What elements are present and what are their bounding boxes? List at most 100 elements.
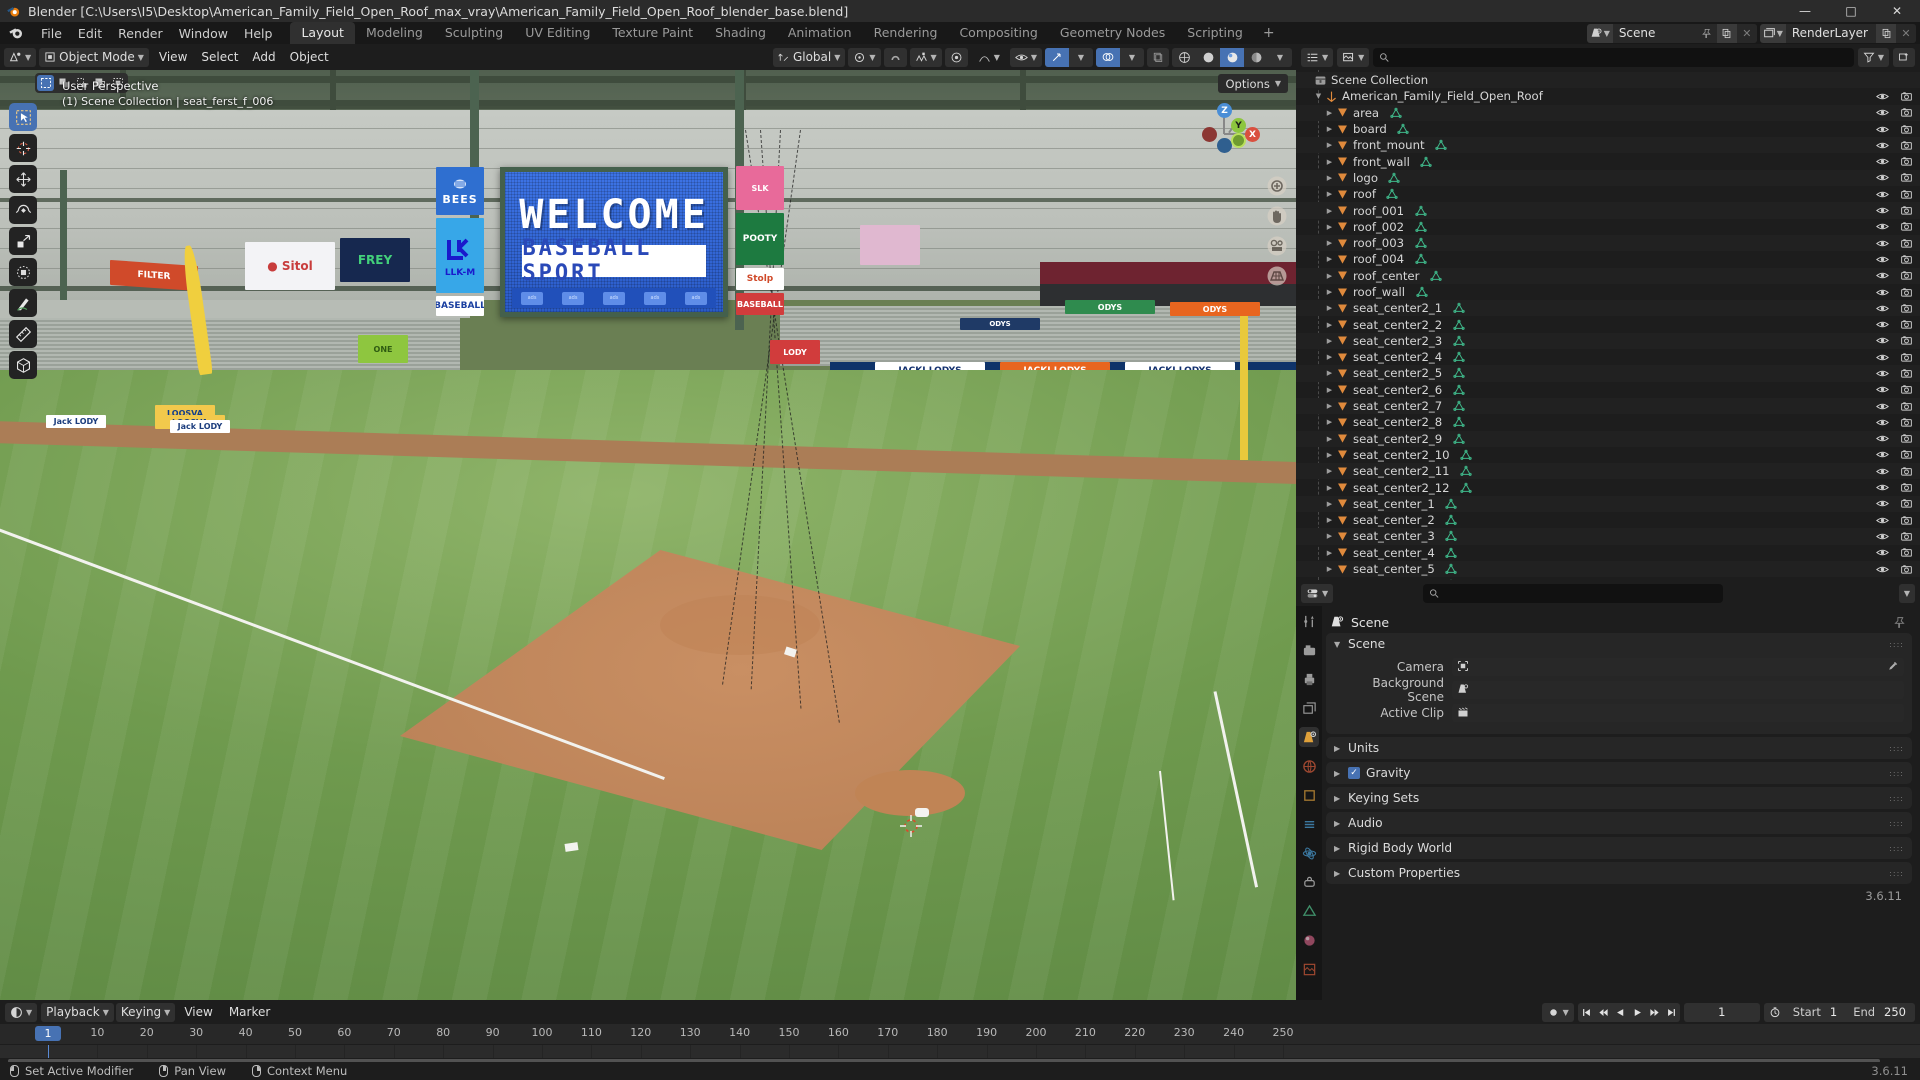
select-extend-icon[interactable] xyxy=(55,75,72,91)
mesh-data-icon[interactable] xyxy=(1396,123,1411,135)
disable-in-render-icon[interactable] xyxy=(1900,171,1913,184)
hide-in-viewport-icon[interactable] xyxy=(1876,579,1889,580)
scene-name[interactable]: Scene xyxy=(1613,26,1697,40)
outliner-scene-collection[interactable]: Scene Collection xyxy=(1296,72,1920,89)
view-layer-name[interactable]: RenderLayer xyxy=(1786,26,1876,40)
playhead-frame-label[interactable]: 1 xyxy=(35,1026,61,1041)
overlays-group[interactable]: ▼ xyxy=(1096,47,1144,67)
disclosure-triangle-icon[interactable]: ▶ xyxy=(1324,337,1335,345)
timeline-menu-view[interactable]: View xyxy=(177,1003,219,1022)
workspace-tab-sculpting[interactable]: Sculpting xyxy=(434,22,514,44)
disable-in-render-icon[interactable] xyxy=(1900,90,1913,103)
timeline-ruler[interactable]: 10 20 30 40 50 60 70 80 90 100 110 120 130 140 150 160 1… xyxy=(0,1024,1920,1044)
workspace-tab-geometry-nodes[interactable]: Geometry Nodes xyxy=(1049,22,1176,44)
mesh-data-icon[interactable] xyxy=(1451,367,1466,379)
main-menu-bar[interactable]: File Edit Render Window Help xyxy=(33,24,280,43)
play-reverse-button[interactable] xyxy=(1612,1003,1629,1022)
snap-magnet-toggle[interactable] xyxy=(883,47,907,67)
select-box-icon[interactable] xyxy=(37,75,54,91)
transform-tool[interactable] xyxy=(9,258,37,286)
outliner-object-roof_004[interactable]: ▶ roof_004 xyxy=(1296,251,1920,267)
prop-value-field[interactable] xyxy=(1452,681,1904,699)
tab-tool[interactable] xyxy=(1299,611,1319,631)
panel-header-gravity[interactable]: ▶ ✓ Gravity:::: xyxy=(1326,762,1912,784)
scene-icon[interactable]: ▼ xyxy=(1586,23,1613,43)
disable-in-render-icon[interactable] xyxy=(1900,416,1913,429)
remove-view-layer-button[interactable]: ✕ xyxy=(1896,23,1916,43)
menu-help[interactable]: Help xyxy=(236,24,281,43)
mesh-data-icon[interactable] xyxy=(1459,465,1474,477)
outliner-search[interactable] xyxy=(1373,47,1854,67)
disclosure-triangle-icon[interactable]: ▶ xyxy=(1324,386,1335,394)
disable-in-render-icon[interactable] xyxy=(1900,563,1913,576)
hide-in-viewport-icon[interactable] xyxy=(1876,123,1889,136)
object-mode-selector[interactable]: Object Mode ▼ xyxy=(39,47,149,67)
select-intersect-icon[interactable] xyxy=(109,75,126,91)
workspace-tab-compositing[interactable]: Compositing xyxy=(948,22,1048,44)
outliner-object-seat_center2_1[interactable]: ▶ seat_center2_1 xyxy=(1296,300,1920,317)
disclosure-triangle-icon[interactable]: ▶ xyxy=(1324,239,1335,247)
3d-viewport[interactable]: JACKI LODYS JACKI LODYS JACKI LODYS BASE… xyxy=(0,70,1296,1000)
tab-object[interactable] xyxy=(1299,785,1319,805)
outliner-object-roof_wall[interactable]: ▶ roof_wall xyxy=(1296,284,1920,300)
pin-icon[interactable] xyxy=(1893,616,1906,629)
proportional-editing-toggle[interactable] xyxy=(944,47,968,67)
editor-type-selector[interactable]: ▼ xyxy=(4,47,37,67)
play-button[interactable] xyxy=(1629,1003,1646,1022)
viewport-toolbar[interactable] xyxy=(9,103,37,379)
mesh-data-icon[interactable] xyxy=(1419,156,1434,168)
tab-world[interactable] xyxy=(1299,756,1319,776)
panel-header-scene[interactable]: ▼ Scene:::: xyxy=(1326,633,1912,655)
mesh-data-icon[interactable] xyxy=(1413,221,1428,233)
disclosure-triangle-icon[interactable]: ▶ xyxy=(1324,467,1335,475)
disable-in-render-icon[interactable] xyxy=(1900,318,1913,331)
panel-disclosure-icon[interactable]: ▶ xyxy=(1334,769,1342,778)
viewport-menu-bar[interactable]: View Select Add Object xyxy=(152,48,336,67)
outliner-object-seat_center2_12[interactable]: ▶ seat_center2_12 xyxy=(1296,479,1920,495)
disable-in-render-icon[interactable] xyxy=(1900,432,1913,445)
hide-in-viewport-icon[interactable] xyxy=(1876,546,1889,559)
mesh-data-icon[interactable] xyxy=(1459,482,1474,494)
menu-file[interactable]: File xyxy=(33,24,70,43)
workspace-tabs[interactable]: Layout Modeling Sculpting UV Editing Texture… xyxy=(290,22,1253,44)
disable-in-render-icon[interactable] xyxy=(1900,269,1913,282)
mesh-data-icon[interactable] xyxy=(1385,188,1400,200)
outliner-object-seat_center2_6[interactable]: ▶ seat_center2_6 xyxy=(1296,382,1920,398)
disable-in-render-icon[interactable] xyxy=(1900,253,1913,266)
auto-keying-toggle[interactable]: ▼ xyxy=(1541,1002,1574,1022)
jump-to-end-button[interactable] xyxy=(1663,1003,1680,1022)
hide-in-viewport-icon[interactable] xyxy=(1876,481,1889,494)
material-preview-shading-icon[interactable] xyxy=(1220,47,1244,67)
panel-disclosure-icon[interactable]: ▼ xyxy=(1334,640,1342,649)
add-workspace-button[interactable]: + xyxy=(1254,23,1284,43)
disable-in-render-icon[interactable] xyxy=(1900,123,1913,136)
hide-in-viewport-icon[interactable] xyxy=(1876,432,1889,445)
panel-disclosure-icon[interactable]: ▶ xyxy=(1334,819,1342,828)
hide-in-viewport-icon[interactable] xyxy=(1876,171,1889,184)
panel-disclosure-icon[interactable]: ▶ xyxy=(1334,744,1342,753)
mesh-data-icon[interactable] xyxy=(1451,400,1466,412)
outliner-object-seat_center_1[interactable]: ▶ seat_center_1 xyxy=(1296,495,1920,513)
disable-in-render-icon[interactable] xyxy=(1900,204,1913,217)
gizmo-dropdown[interactable]: ▼ xyxy=(1069,48,1093,67)
tab-output[interactable] xyxy=(1299,669,1319,689)
disclosure-triangle-icon[interactable]: ▶ xyxy=(1324,174,1335,182)
disclosure-triangle-icon[interactable]: ▶ xyxy=(1324,484,1335,492)
mesh-data-icon[interactable] xyxy=(1413,253,1428,265)
view-layer-icon[interactable]: ▼ xyxy=(1759,23,1786,43)
proportional-falloff-selector[interactable]: ▼ xyxy=(971,48,1007,67)
gizmo-axis-y[interactable]: Y xyxy=(1231,118,1246,133)
disable-in-render-icon[interactable] xyxy=(1900,546,1913,559)
mesh-data-icon[interactable] xyxy=(1451,351,1466,363)
mesh-data-icon[interactable] xyxy=(1451,416,1466,428)
mesh-data-icon[interactable] xyxy=(1451,319,1466,331)
eyedropper-icon[interactable] xyxy=(1887,660,1899,675)
minimize-button[interactable]: — xyxy=(1782,0,1828,22)
outliner-object-seat_center2_10[interactable]: ▶ seat_center2_10 xyxy=(1296,447,1920,463)
hide-in-viewport-icon[interactable] xyxy=(1876,497,1889,510)
disable-in-render-icon[interactable] xyxy=(1900,383,1913,396)
panel-checkbox[interactable]: ✓ xyxy=(1348,767,1360,779)
select-mode-toolbar[interactable] xyxy=(35,73,128,93)
tab-material[interactable] xyxy=(1299,930,1319,950)
outliner-display-mode[interactable]: ▼ xyxy=(1337,47,1370,67)
